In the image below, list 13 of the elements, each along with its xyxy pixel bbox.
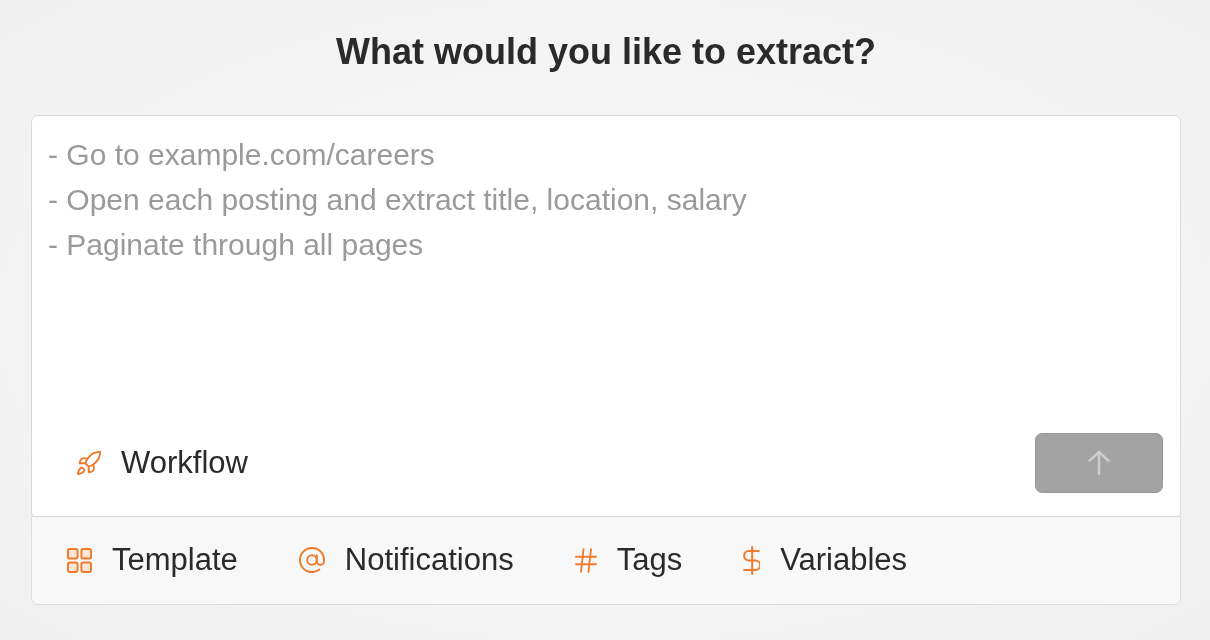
grid-icon bbox=[67, 547, 92, 573]
dollar-sign-icon bbox=[743, 545, 761, 575]
at-sign-icon bbox=[298, 547, 325, 573]
workflow-button[interactable]: Workflow bbox=[61, 437, 264, 489]
page-title: What would you like to extract? bbox=[335, 30, 877, 73]
toolbar-button[interactable]: Tags bbox=[564, 534, 693, 586]
hash-icon bbox=[574, 547, 597, 573]
toolbar-button[interactable]: Variables bbox=[733, 534, 918, 586]
toolbar-button[interactable]: Notifications bbox=[288, 534, 524, 586]
arrow-up-icon bbox=[1088, 449, 1110, 477]
rocket-icon bbox=[77, 451, 101, 475]
toolbar-button[interactable]: Template bbox=[57, 534, 248, 586]
prompt-input-field[interactable]: - Go to example.com/careers - Open each posting and extract title, location, salary - Paginate through all pages Workflow bbox=[31, 115, 1181, 517]
